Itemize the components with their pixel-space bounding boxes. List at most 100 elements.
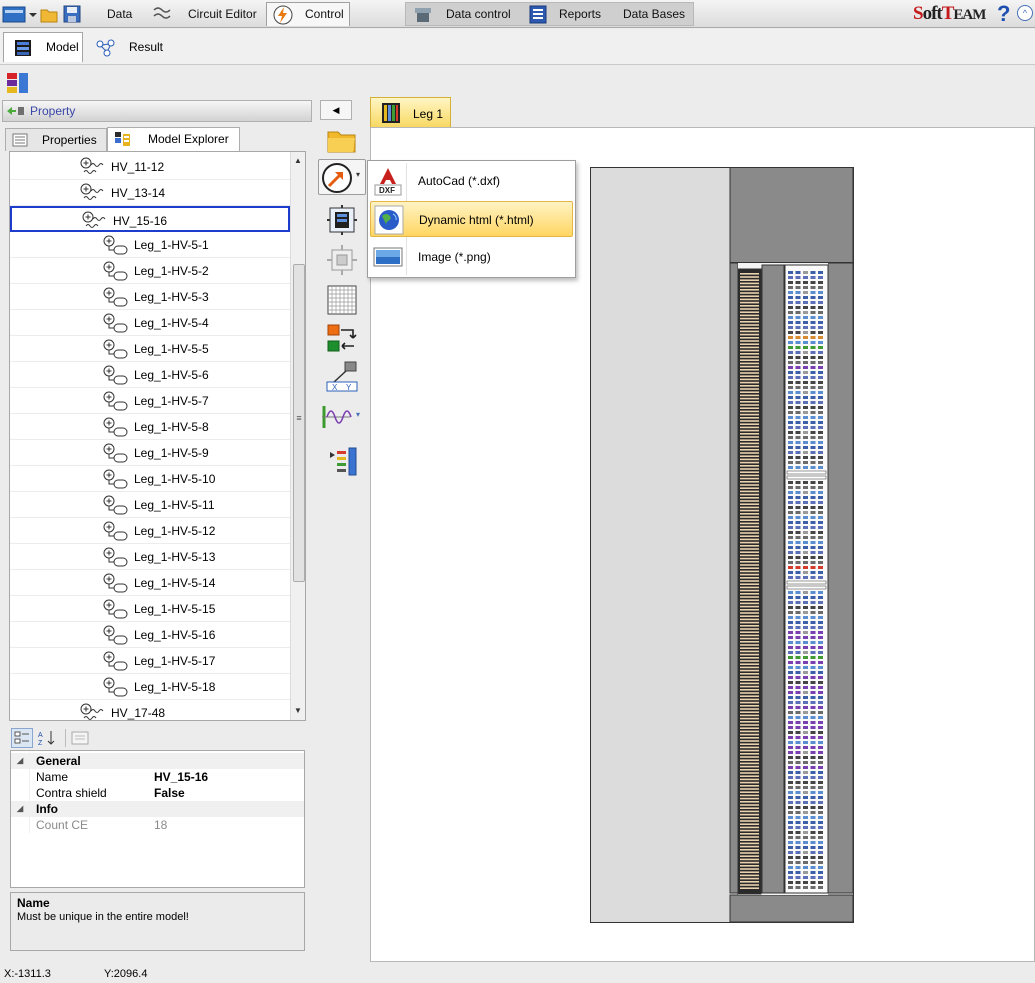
tab-circuit-editor[interactable]: Circuit Editor [147,2,262,26]
tree-node-leg[interactable]: Leg_1-HV-5-3 [10,284,290,310]
help-icon[interactable]: ? [997,1,1010,27]
collapse-icon[interactable]: ◢ [17,801,23,817]
collapse-icon[interactable]: ◢ [17,753,23,769]
tab-result[interactable]: Result [90,32,170,62]
tree-node-leg[interactable]: Leg_1-HV-5-1 [10,232,290,258]
leg-connector-icon[interactable] [103,573,129,593]
leg-connector-icon[interactable] [103,547,129,567]
tree-node-leg[interactable]: Leg_1-HV-5-14 [10,570,290,596]
tree-node-group[interactable]: HV_17-48 [10,700,290,721]
leg-connector-icon[interactable] [103,677,129,697]
list-align-icon[interactable] [328,446,360,478]
property-tabs: Properties Model Explorer [5,127,309,151]
leg-connector-icon[interactable] [103,391,129,411]
tab-control[interactable]: Control [266,2,350,26]
sort-alphabetical-icon[interactable]: A Z [37,729,57,747]
leg-connector-icon[interactable] [103,469,129,489]
terminal-line [740,295,759,297]
tree-node-leg[interactable]: Leg_1-HV-5-8 [10,414,290,440]
leg-connector-icon[interactable] [103,417,129,437]
tab-model-explorer[interactable]: Model Explorer [107,127,240,151]
swap-colors-icon[interactable] [326,322,358,354]
leg-connector-icon[interactable] [103,261,129,281]
report-icon [529,5,547,24]
leg-connector-icon[interactable] [103,313,129,333]
menu-item-image-png[interactable]: Image (*.png) [370,239,573,275]
cable-group-icon[interactable] [80,183,106,203]
tree-node-leg[interactable]: Leg_1-HV-5-13 [10,544,290,570]
terminal-line [740,532,759,534]
leg-connector-icon[interactable] [103,365,129,385]
property-panel-header[interactable]: Property [2,100,312,122]
cable-group-icon[interactable] [82,211,108,231]
category-info[interactable]: ◢ Info [11,801,304,817]
tree-node-group[interactable]: HV_11-12 [10,154,290,180]
tree-scrollbar[interactable]: ▲ ≡ ▼ [290,152,305,720]
leg-connector-icon[interactable] [103,651,129,671]
open-folder-icon[interactable] [326,124,358,156]
category-general[interactable]: ◢ General [11,753,304,769]
scroll-down-icon[interactable]: ▼ [294,706,302,715]
tab-reports[interactable]: Reports [526,2,606,26]
zoom-area-icon[interactable] [326,244,358,276]
scrollbar-thumb[interactable]: ≡ [293,264,305,582]
property-row-name[interactable]: Name HV_15-16 [11,769,304,785]
leg-connector-icon[interactable] [103,443,129,463]
leg-connector-icon[interactable] [103,495,129,515]
export-dropdown-button[interactable]: ▾ [318,159,366,195]
leg-connector-icon[interactable] [103,339,129,359]
menu-item-autocad-dxf[interactable]: DXF AutoCad (*.dxf) [370,163,573,199]
tree-node-leg[interactable]: Leg_1-HV-5-17 [10,648,290,674]
tree-node-leg[interactable]: Leg_1-HV-5-4 [10,310,290,336]
tree-node-leg[interactable]: Leg_1-HV-5-15 [10,596,290,622]
open-folder-icon[interactable] [40,4,58,24]
layout-colors-icon[interactable] [6,72,30,94]
tree-node-leg[interactable]: Leg_1-HV-5-7 [10,388,290,414]
leg-connector-icon[interactable] [103,625,129,645]
tab-model[interactable]: Model [3,32,83,62]
save-icon[interactable] [63,4,81,24]
tree-node-leg[interactable]: Leg_1-HV-5-5 [10,336,290,362]
property-row-contra-shield[interactable]: Contra shield False [11,785,304,801]
fit-to-window-icon[interactable] [326,204,358,236]
scroll-up-icon[interactable]: ▲ [294,156,302,165]
model-tree[interactable]: HV_11-12 HV_13-14 HV_15-16 Leg_1-HV-5-1 Leg_… [9,151,306,721]
tab-data-control[interactable]: Data control [407,2,522,26]
collapse-panel-button[interactable]: ◀ [320,100,352,120]
tree-node-leg[interactable]: Leg_1-HV-5-9 [10,440,290,466]
terminal-line [740,612,759,614]
tree-node-group[interactable]: HV_15-16 [10,206,290,232]
tree-node-label: Leg_1-HV-5-10 [134,472,216,486]
leg-connector-icon[interactable] [103,599,129,619]
tree-node-leg[interactable]: Leg_1-HV-5-16 [10,622,290,648]
cable-group-icon[interactable] [80,157,106,177]
tree-node-leg[interactable]: Leg_1-HV-5-2 [10,258,290,284]
app-menu-icon[interactable] [2,4,38,24]
terminal-line [740,417,759,419]
tree-node-leg[interactable]: Leg_1-HV-5-10 [10,466,290,492]
tree-node-leg[interactable]: Leg_1-HV-5-18 [10,674,290,700]
property-value-contra-shield[interactable]: False [154,785,185,801]
tab-data[interactable]: Data [90,2,144,26]
leg-connector-icon[interactable] [103,521,129,541]
document-tab-leg-1[interactable]: Leg 1 [370,97,451,128]
menu-item-dynamic-html[interactable]: Dynamic html (*.html) [370,201,573,237]
grid-icon[interactable] [326,284,358,316]
leg-connector-icon[interactable] [103,287,129,307]
xy-axis-icon[interactable]: X Y [326,360,358,392]
tab-properties[interactable]: Properties [5,128,107,151]
expand-ribbon-icon[interactable]: ^ [1017,5,1033,21]
property-pages-icon[interactable] [71,730,89,746]
signal-dropdown-button[interactable]: ▾ [318,400,366,434]
tab-data-bases[interactable]: Data Bases [610,2,692,26]
categorized-view-button[interactable] [11,728,33,748]
property-value-name[interactable]: HV_15-16 [154,769,208,785]
cable-group-icon[interactable] [80,703,106,721]
tree-node-group[interactable]: HV_13-14 [10,180,290,206]
panel-layout-drawing[interactable] [590,167,854,923]
tree-node-leg[interactable]: Leg_1-HV-5-12 [10,518,290,544]
terminal-line [740,465,759,467]
tree-node-leg[interactable]: Leg_1-HV-5-6 [10,362,290,388]
tree-node-leg[interactable]: Leg_1-HV-5-11 [10,492,290,518]
leg-connector-icon[interactable] [103,235,129,255]
